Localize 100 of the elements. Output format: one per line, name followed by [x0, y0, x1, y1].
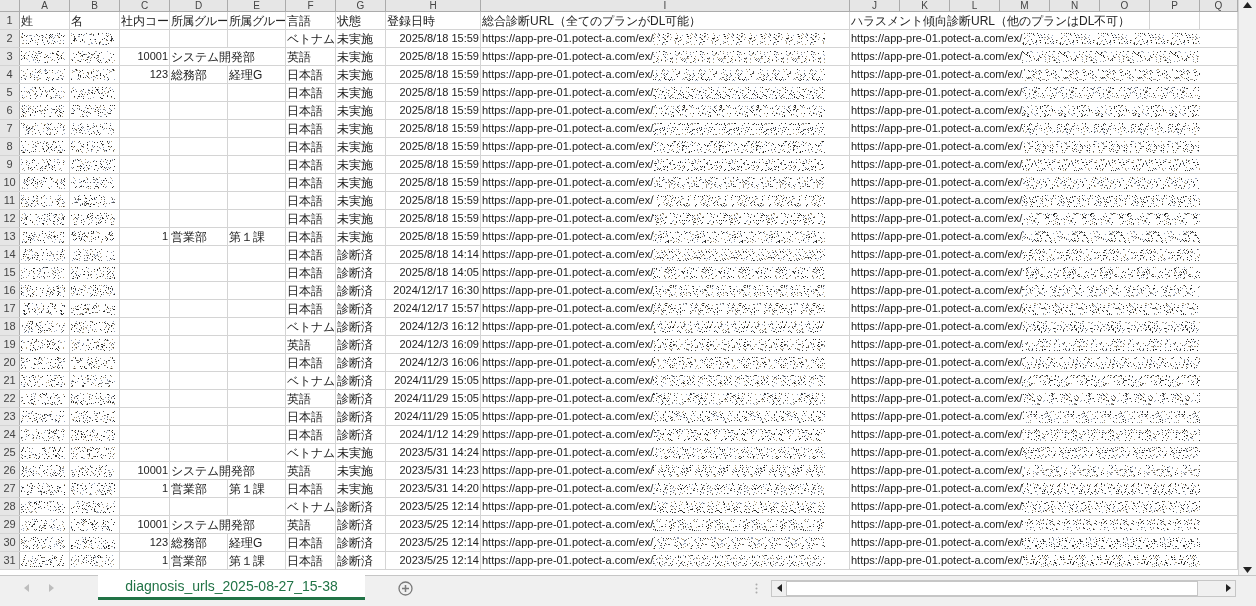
scroll-right-icon[interactable] [1225, 584, 1231, 592]
table-cell-text: https://app-pre-01.potect-a.com/ex/ [851, 157, 1023, 173]
table-cell: 日本語 [287, 192, 323, 209]
table-cell: 診断済 [337, 354, 373, 371]
table-cell-text: https://app-pre-01.potect-a.com/ex/ [482, 247, 654, 263]
redaction-noise [21, 444, 65, 461]
table-cell: 未実施 [337, 462, 373, 479]
scroll-down-icon[interactable] [1243, 567, 1252, 573]
sheet-tab[interactable]: diagnosis_urls_2025-08-27_15-38 [98, 575, 365, 600]
table-cell: 未実施 [337, 192, 373, 209]
table-cell-text: https://app-pre-01.potect-a.com/ex/ [851, 337, 1023, 353]
table-cell-text: https://app-pre-01.potect-a.com/ex/ [851, 409, 1023, 425]
column-header[interactable]: G [356, 0, 365, 11]
table-cell: ベトナム [287, 30, 335, 47]
table-cell-text: https://app-pre-01.potect-a.com/ex/ [851, 121, 1023, 137]
table-cell: 未実施 [337, 444, 373, 461]
table-cell: 英語 [287, 462, 311, 479]
table-cell-text: 2025/8/18 15:59 [399, 193, 479, 209]
redaction-noise [21, 192, 65, 209]
column-header[interactable]: E [253, 0, 260, 11]
redaction-noise [21, 246, 65, 263]
redaction-noise [21, 480, 65, 497]
column-header[interactable]: O [1120, 0, 1129, 11]
vertical-scrollbar[interactable] [1238, 0, 1256, 575]
table-cell-text: https://app-pre-01.potect-a.com/ex/ [482, 355, 654, 371]
table-cell: 日本語 [287, 120, 323, 137]
table-cell-text: 2025/8/18 15:59 [399, 139, 479, 155]
redaction-noise [21, 282, 65, 299]
horizontal-scrollbar[interactable] [771, 579, 1236, 597]
table-cell: 営業部 [171, 552, 207, 569]
redaction-noise [21, 390, 65, 407]
redaction-noise [21, 228, 65, 245]
redaction-noise [21, 66, 65, 83]
table-cell: 日本語 [287, 480, 323, 497]
column-header[interactable]: Q [1214, 0, 1223, 11]
column-header[interactable]: J [872, 0, 877, 11]
column-header[interactable]: M [1020, 0, 1029, 11]
table-cell-text: 2025/8/18 14:14 [399, 247, 479, 263]
column-header[interactable]: A [41, 0, 48, 11]
table-cell-text: https://app-pre-01.potect-a.com/ex/ [851, 139, 1023, 155]
table-cell-text: https://app-pre-01.potect-a.com/ex/ [851, 319, 1023, 335]
table-cell: 診断済 [337, 300, 373, 317]
table-cell-text: https://app-pre-01.potect-a.com/ex/ [851, 49, 1023, 65]
scroll-left-icon[interactable] [776, 584, 782, 592]
column-header[interactable]: I [663, 0, 667, 11]
redaction-noise [71, 120, 115, 137]
redaction-noise [71, 300, 115, 317]
table-cell: 未実施 [337, 102, 373, 119]
table-cell: 日本語 [287, 552, 323, 569]
column-header[interactable]: N [1070, 0, 1079, 11]
table-cell-text: 2025/8/18 15:59 [399, 31, 479, 47]
table-cell-text: 1 [161, 481, 168, 497]
column-header[interactable]: D [194, 0, 203, 11]
table-cell: 日本語 [287, 156, 323, 173]
table-cell: 診断済 [337, 390, 373, 407]
redaction-noise [71, 552, 115, 569]
table-cell: 日本語 [287, 426, 323, 443]
table-cell: 日本語 [287, 210, 323, 227]
column-header[interactable]: L [971, 0, 978, 11]
redaction-noise [21, 84, 65, 101]
table-cell: 日本語 [287, 246, 323, 263]
table-cell-text: https://app-pre-01.potect-a.com/ex/ [482, 175, 654, 191]
table-cell-text: 123 [149, 67, 168, 83]
scroll-up-icon[interactable] [1243, 2, 1252, 8]
table-cell-text: https://app-pre-01.potect-a.com/ex/ [851, 193, 1023, 209]
table-cell: 総合診断URL（全てのプランがDL可能） [482, 12, 702, 29]
table-cell-text: https://app-pre-01.potect-a.com/ex/ [851, 103, 1023, 119]
table-cell-text: https://app-pre-01.potect-a.com/ex/ [482, 85, 654, 101]
table-cell: 営業部 [171, 228, 207, 245]
table-cell-text: https://app-pre-01.potect-a.com/ex/ [482, 31, 654, 47]
column-header[interactable]: F [307, 0, 314, 11]
column-header[interactable]: P [1171, 0, 1178, 11]
redaction-noise [21, 534, 65, 551]
table-cell-text: https://app-pre-01.potect-a.com/ex/ [851, 373, 1023, 389]
column-header[interactable]: B [91, 0, 98, 11]
redaction-noise [21, 372, 65, 389]
table-cell: 未実施 [337, 66, 373, 83]
column-header[interactable]: K [921, 0, 928, 11]
table-cell-text: https://app-pre-01.potect-a.com/ex/ [482, 373, 654, 389]
redaction-noise [21, 264, 65, 281]
column-header[interactable]: C [140, 0, 149, 11]
table-cell-text: https://app-pre-01.potect-a.com/ex/ [482, 445, 654, 461]
add-sheet-icon[interactable] [398, 580, 413, 596]
table-cell: 診断済 [337, 498, 373, 515]
table-cell: システム開発部 [171, 462, 255, 479]
table-cell-text: 2025/8/18 15:59 [399, 49, 479, 65]
table-cell: 総務部 [171, 66, 207, 83]
table-cell: 日本語 [287, 174, 323, 191]
scrollbar-thumb[interactable] [786, 580, 1198, 596]
redaction-noise [71, 264, 115, 281]
table-cell-text: https://app-pre-01.potect-a.com/ex/ [851, 463, 1023, 479]
table-cell-text: https://app-pre-01.potect-a.com/ex/ [851, 247, 1023, 263]
redaction-noise [21, 138, 65, 155]
table-cell-text: https://app-pre-01.potect-a.com/ex/ [851, 427, 1023, 443]
table-cell: ベトナム [287, 498, 335, 515]
redaction-noise [71, 174, 115, 191]
redaction-noise [21, 30, 65, 47]
table-cell: 営業部 [171, 480, 207, 497]
column-header[interactable]: H [429, 0, 437, 11]
table-cell: 日本語 [287, 534, 323, 551]
